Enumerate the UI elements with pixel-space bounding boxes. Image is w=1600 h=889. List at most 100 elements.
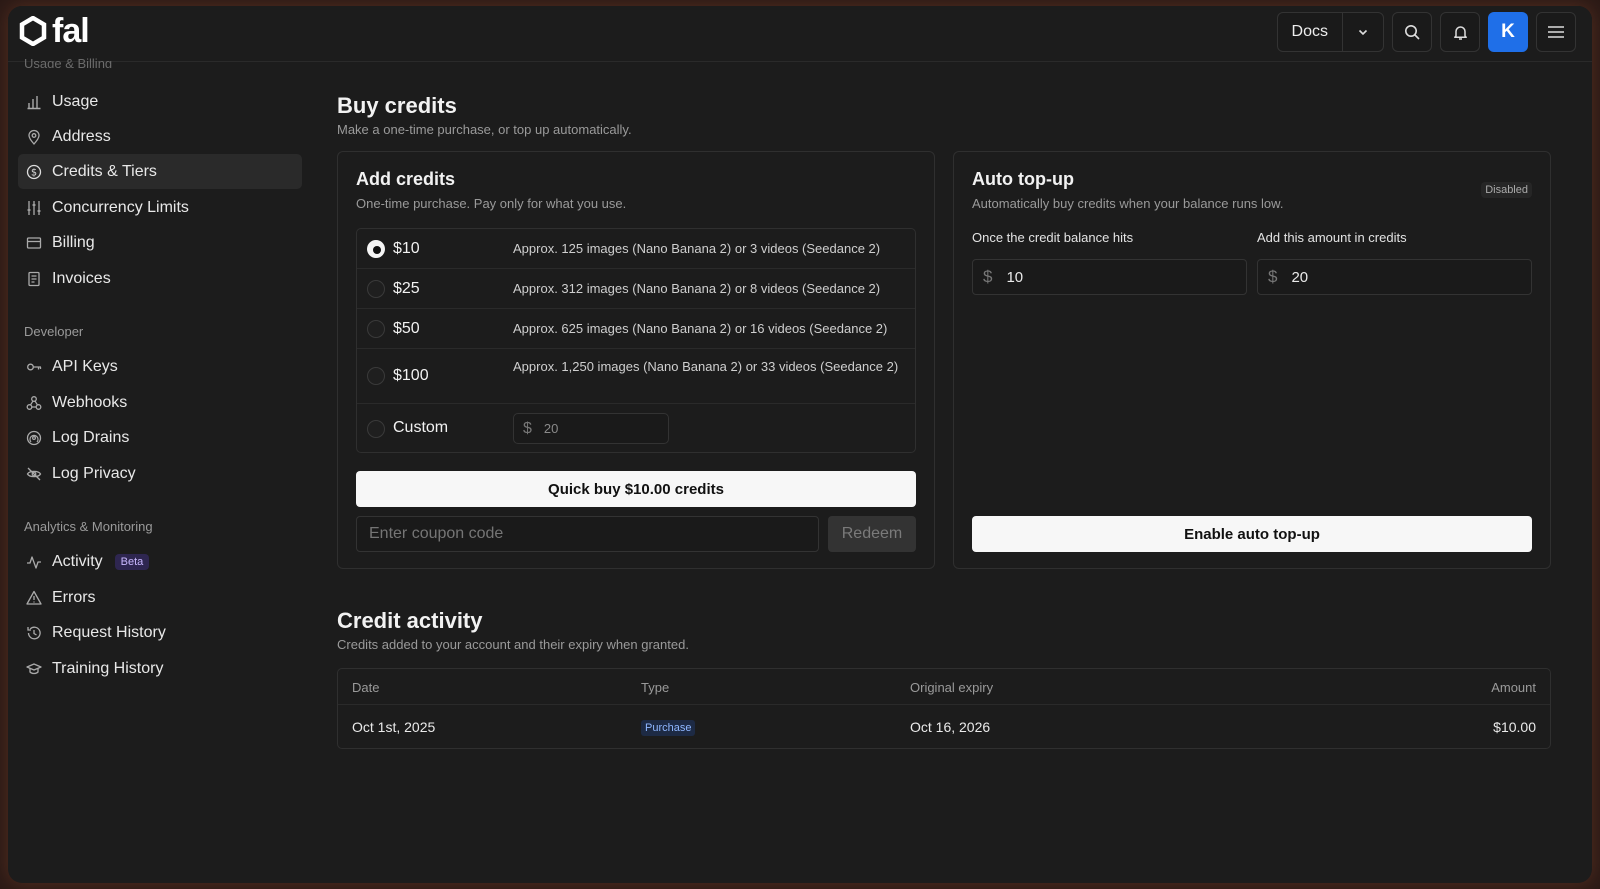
quick-buy-button[interactable]: Quick buy $10.00 credits bbox=[356, 471, 916, 507]
receipt-icon bbox=[28, 271, 40, 286]
threshold-label: Once the credit balance hits bbox=[972, 230, 1134, 245]
sidebar-item-concurrency-limits[interactable]: Concurrency Limits bbox=[18, 190, 302, 225]
option-description: Approx. 625 images (Nano Banana 2) or 16… bbox=[513, 321, 888, 336]
sidebar-item-address[interactable]: Address bbox=[18, 119, 302, 154]
chevron-down-icon bbox=[1358, 29, 1368, 36]
dollar-sign-icon: $ bbox=[983, 267, 993, 286]
history-icon bbox=[27, 626, 41, 639]
auto-topup-card: Auto top-up Disabled Automatically buy c… bbox=[953, 151, 1551, 569]
search-icon bbox=[1404, 24, 1420, 40]
credit-option-custom[interactable]: Custom $ 20 bbox=[357, 404, 915, 454]
sidebar-item-label: Concurrency Limits bbox=[52, 198, 189, 216]
radio-custom[interactable] bbox=[367, 420, 385, 438]
cell-expiry: Oct 16, 2026 bbox=[910, 719, 991, 735]
credit-option-50[interactable]: $50 Approx. 625 images (Nano Banana 2) o… bbox=[357, 309, 915, 349]
eye-off-icon bbox=[26, 467, 42, 480]
bell-icon bbox=[1453, 25, 1467, 40]
notifications-button[interactable] bbox=[1440, 12, 1480, 52]
auto-topup-subtitle: Automatically buy credits when your bala… bbox=[972, 196, 1284, 211]
status-badge: Disabled bbox=[1481, 182, 1532, 198]
sidebar-section-developer: Developer bbox=[24, 324, 84, 339]
option-description: Approx. 125 images (Nano Banana 2) or 3 … bbox=[513, 241, 881, 256]
app-window: fal Docs K Usage & Billing Usage Address… bbox=[8, 6, 1592, 883]
sidebar-item-label: Credits & Tiers bbox=[52, 162, 157, 180]
sidebar-item-activity[interactable]: Activity Beta bbox=[18, 544, 302, 579]
option-price: $50 bbox=[393, 320, 420, 337]
column-header-expiry: Original expiry bbox=[910, 680, 994, 695]
fal-logo-icon bbox=[19, 16, 47, 46]
sidebar-item-label: Invoices bbox=[52, 269, 111, 287]
sidebar-item-label: Webhooks bbox=[52, 393, 128, 411]
add-credits-subtitle: One-time purchase. Pay only for what you… bbox=[356, 196, 627, 211]
redeem-button[interactable]: Redeem bbox=[828, 516, 916, 552]
option-description: Approx. 312 images (Nano Banana 2) or 8 … bbox=[513, 281, 881, 296]
credit-activity-subtitle: Credits added to your account and their … bbox=[337, 637, 689, 652]
brand-name: fal bbox=[52, 12, 90, 50]
cell-date: Oct 1st, 2025 bbox=[352, 719, 436, 735]
option-price: Custom bbox=[393, 419, 449, 436]
sidebar-item-training-history[interactable]: Training History bbox=[18, 651, 302, 686]
sliders-icon bbox=[27, 200, 41, 215]
dollar-sign-icon: $ bbox=[1268, 267, 1278, 286]
add-credits-card: Add credits One-time purchase. Pay only … bbox=[337, 151, 935, 569]
radio-50[interactable] bbox=[367, 320, 385, 338]
user-avatar[interactable]: K bbox=[1488, 12, 1528, 52]
threshold-input[interactable]: $ 10 bbox=[972, 259, 1247, 295]
sidebar-item-label: Usage bbox=[52, 92, 99, 110]
search-button[interactable] bbox=[1392, 12, 1432, 52]
beta-badge: Beta bbox=[114, 553, 150, 570]
auto-topup-title: Auto top-up bbox=[972, 169, 1074, 189]
dollar-sign-icon: $ bbox=[523, 419, 532, 437]
column-header-date: Date bbox=[352, 680, 380, 695]
amount-label: Add this amount in credits bbox=[1257, 230, 1407, 245]
sidebar-item-usage[interactable]: Usage bbox=[18, 84, 302, 119]
amount-value: 20 bbox=[1291, 268, 1309, 286]
sidebar-section-usage-billing: Usage & Billing bbox=[24, 56, 113, 68]
credit-card-icon bbox=[26, 236, 42, 249]
sidebar-item-errors[interactable]: Errors bbox=[18, 580, 302, 615]
key-icon bbox=[27, 363, 42, 370]
sidebar-item-api-keys[interactable]: API Keys bbox=[18, 349, 302, 384]
buy-credits-subtitle: Make a one-time purchase, or top up auto… bbox=[337, 122, 632, 137]
coupon-input[interactable] bbox=[356, 516, 819, 552]
amount-input[interactable]: $ 20 bbox=[1257, 259, 1532, 295]
radio-10[interactable] bbox=[367, 240, 385, 258]
sidebar-item-label: Billing bbox=[52, 233, 95, 251]
column-header-type: Type bbox=[641, 680, 670, 695]
sidebar-item-label: Training History bbox=[52, 659, 164, 677]
threshold-value: 10 bbox=[1006, 268, 1024, 286]
docs-menu-toggle[interactable] bbox=[1343, 13, 1383, 51]
activity-icon bbox=[27, 555, 41, 569]
svg-text:$: $ bbox=[31, 167, 37, 178]
sidebar-item-credits-tiers[interactable]: $ Credits & Tiers bbox=[18, 154, 302, 189]
menu-button[interactable] bbox=[1536, 12, 1576, 52]
fal-logo[interactable]: fal bbox=[18, 12, 90, 50]
table-divider bbox=[338, 704, 1550, 705]
custom-amount-placeholder: 20 bbox=[543, 421, 559, 436]
sidebar-item-label: Errors bbox=[52, 588, 96, 606]
credit-option-10[interactable]: $10 Approx. 125 images (Nano Banana 2) o… bbox=[357, 229, 915, 269]
option-price: $25 bbox=[393, 280, 420, 297]
docs-button[interactable]: Docs bbox=[1278, 13, 1343, 51]
dollar-circle-icon: $ bbox=[26, 164, 42, 179]
custom-amount-input[interactable]: $ 20 bbox=[513, 413, 669, 444]
enable-auto-topup-button[interactable]: Enable auto top-up bbox=[972, 516, 1532, 552]
credit-option-25[interactable]: $25 Approx. 312 images (Nano Banana 2) o… bbox=[357, 269, 915, 309]
webhook-icon bbox=[26, 395, 42, 410]
top-bar: fal Docs K bbox=[8, 6, 1592, 62]
sidebar-item-log-drains[interactable]: Log Drains bbox=[18, 420, 302, 455]
sidebar-item-label: Activity bbox=[52, 552, 103, 570]
sidebar-item-log-privacy[interactable]: Log Privacy bbox=[18, 456, 302, 491]
add-credits-title: Add credits bbox=[356, 169, 456, 189]
bar-chart-icon bbox=[27, 95, 41, 109]
sidebar: Usage & Billing Usage Address $ Credits … bbox=[8, 56, 318, 883]
sidebar-item-invoices[interactable]: Invoices bbox=[18, 261, 302, 296]
credit-option-100[interactable]: $100 Approx. 1,250 images (Nano Banana 2… bbox=[357, 349, 915, 404]
credit-activity-table: Date Type Original expiry Amount Oct 1st… bbox=[337, 668, 1551, 749]
sidebar-item-request-history[interactable]: Request History bbox=[18, 615, 302, 650]
radio-25[interactable] bbox=[367, 280, 385, 298]
sidebar-item-webhooks[interactable]: Webhooks bbox=[18, 385, 302, 420]
sidebar-item-billing[interactable]: Billing bbox=[18, 225, 302, 260]
radio-100[interactable] bbox=[367, 367, 385, 385]
sidebar-item-label: Request History bbox=[52, 623, 166, 641]
